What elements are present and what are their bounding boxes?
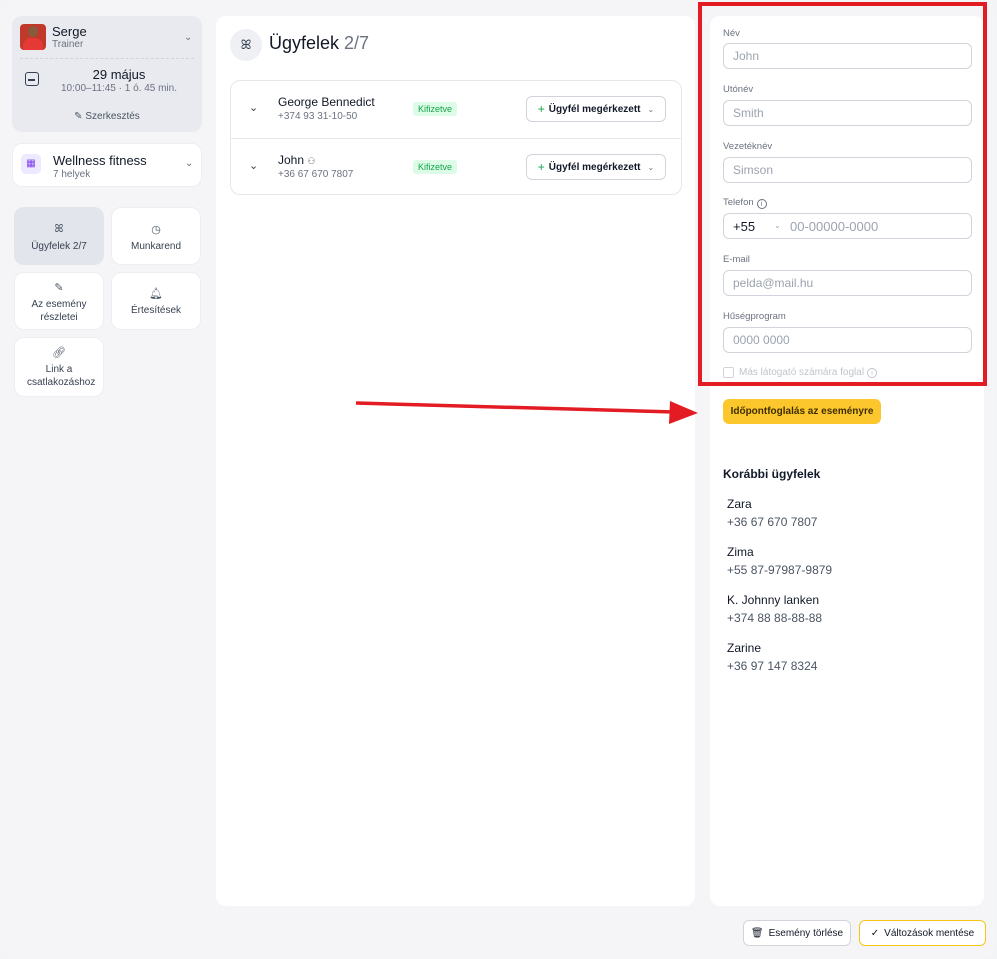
trainer-name: Serge (52, 23, 87, 39)
chevron-down-icon[interactable]: ⌄ (249, 159, 258, 172)
users-icon: ꕤ (54, 223, 64, 235)
tab-join-link-label: Link a csatlakozáshoz (27, 364, 96, 388)
event-selector[interactable]: ▦ Wellness fitness 7 helyek ⌄ (12, 143, 202, 187)
list-item[interactable]: Zara +36 67 670 7807 (727, 495, 817, 531)
previous-clients-title: Korábbi ügyfelek (723, 467, 821, 481)
tab-event-details-label: Az esemény részletei (31, 299, 87, 323)
clock-icon: ◷ (151, 224, 161, 236)
previous-client-phone: +374 88 88-88-88 (727, 611, 823, 625)
previous-client-name: Zima (727, 545, 754, 559)
edit-button[interactable]: ✎ Szerkesztés (12, 111, 202, 122)
chevron-down-icon: ⌄ (647, 104, 655, 114)
client-name: John ⚇ (278, 153, 315, 167)
list-item[interactable]: Zima +55 87-97987-9879 (727, 543, 832, 579)
chevron-down-icon: ⌄ (185, 158, 194, 169)
client-name: George Bennedict (278, 95, 375, 109)
client-row[interactable]: ⌄ John ⚇ +36 67 670 7807 Kifizetve + Ügy… (231, 138, 681, 194)
trainer-role: Trainer (52, 38, 84, 50)
plus-icon: + (537, 102, 545, 116)
pencil-icon: ✎ (74, 111, 83, 122)
tab-notifications[interactable]: 🔔︎ Értesítések (111, 272, 201, 330)
tab-notifications-label: Értesítések (130, 305, 182, 316)
tab-clients[interactable]: ꕤ Ügyfelek 2/7 (14, 207, 104, 265)
check-icon: ✓ (870, 927, 880, 939)
previous-client-name: Zarine (727, 641, 762, 655)
schedule-row: 29 május 10:00–11:45 · 1 ó. 45 min. (20, 58, 194, 100)
trash-icon: 🗑︎ (750, 927, 764, 939)
plus-icon: + (537, 160, 545, 174)
client-arrived-label: Ügyfél megérkezett (548, 161, 641, 173)
book-event-button[interactable]: Időpontfoglalás az eseményre (723, 399, 881, 424)
save-changes-button[interactable]: ✓ Változások mentése (859, 920, 986, 946)
calendar-icon: ▦ (21, 154, 41, 174)
client-row[interactable]: ⌄ George Bennedict +374 93 31-10-50 Kifi… (231, 81, 681, 137)
avatar (20, 24, 46, 50)
edit-document-icon: ✎ (54, 282, 64, 294)
user-icon: ⚇ (307, 156, 316, 166)
trainer-card[interactable]: Serge Trainer ⌄ 29 május 10:00–11:45 · 1… (12, 16, 202, 132)
users-icon: ꕤ (230, 29, 262, 61)
annotation-highlight-box (698, 2, 987, 386)
event-name: Wellness fitness (53, 153, 147, 168)
tab-schedule[interactable]: ◷ Munkarend (111, 207, 201, 265)
link-icon: 🔗︎ (52, 347, 66, 359)
list-item[interactable]: Zarine +36 97 147 8324 (727, 639, 817, 675)
edit-label: Szerkesztés (85, 111, 140, 122)
client-phone: +36 67 670 7807 (278, 169, 354, 180)
save-changes-label: Változások mentése (884, 927, 975, 939)
clients-panel: ꕤ Ügyfelek 2/7 ⌄ George Bennedict +374 9… (216, 16, 695, 906)
chevron-down-icon: ⌄ (647, 162, 655, 172)
tab-schedule-label: Munkarend (130, 241, 182, 252)
list-item[interactable]: K. Johnny lanken +374 88 88-88-88 (727, 591, 822, 627)
tab-clients-label: Ügyfelek 2/7 (31, 241, 87, 252)
client-arrived-button[interactable]: + Ügyfél megérkezett ⌄ (526, 154, 666, 180)
client-name-text: John (278, 153, 305, 167)
event-time: 10:00–11:45 · 1 ó. 45 min. (60, 83, 177, 94)
client-phone: +374 93 31-10-50 (278, 111, 358, 122)
previous-client-name: K. Johnny lanken (727, 593, 820, 607)
annotation-arrow (355, 401, 698, 424)
client-arrived-label: Ügyfél megérkezett (548, 103, 641, 115)
client-arrived-button[interactable]: + Ügyfél megérkezett ⌄ (526, 96, 666, 122)
delete-event-button[interactable]: 🗑︎ Esemény törlése (743, 920, 851, 946)
client-list: ⌄ George Bennedict +374 93 31-10-50 Kifi… (230, 80, 682, 195)
status-badge: Kifizetve (413, 160, 458, 174)
tab-join-link[interactable]: 🔗︎ Link a csatlakozáshoz (14, 337, 104, 397)
previous-client-phone: +36 67 670 7807 (727, 515, 818, 529)
chevron-down-icon[interactable]: ⌄ (184, 32, 192, 43)
chevron-down-icon[interactable]: ⌄ (249, 101, 258, 114)
page-title: Ügyfelek 2/7 (269, 33, 369, 54)
bell-icon: 🔔︎ (149, 288, 163, 300)
previous-client-phone: +36 97 147 8324 (727, 659, 818, 673)
previous-client-name: Zara (727, 497, 752, 511)
previous-client-phone: +55 87-97987-9879 (727, 563, 833, 577)
page-title-text: Ügyfelek (269, 33, 340, 53)
tab-event-details[interactable]: ✎ Az esemény részletei (14, 272, 104, 330)
event-date: 29 május (92, 67, 146, 82)
event-places: 7 helyek (53, 169, 91, 180)
client-count: 2/7 (344, 33, 370, 53)
status-badge: Kifizetve (413, 102, 458, 116)
delete-event-label: Esemény törlése (768, 927, 844, 939)
